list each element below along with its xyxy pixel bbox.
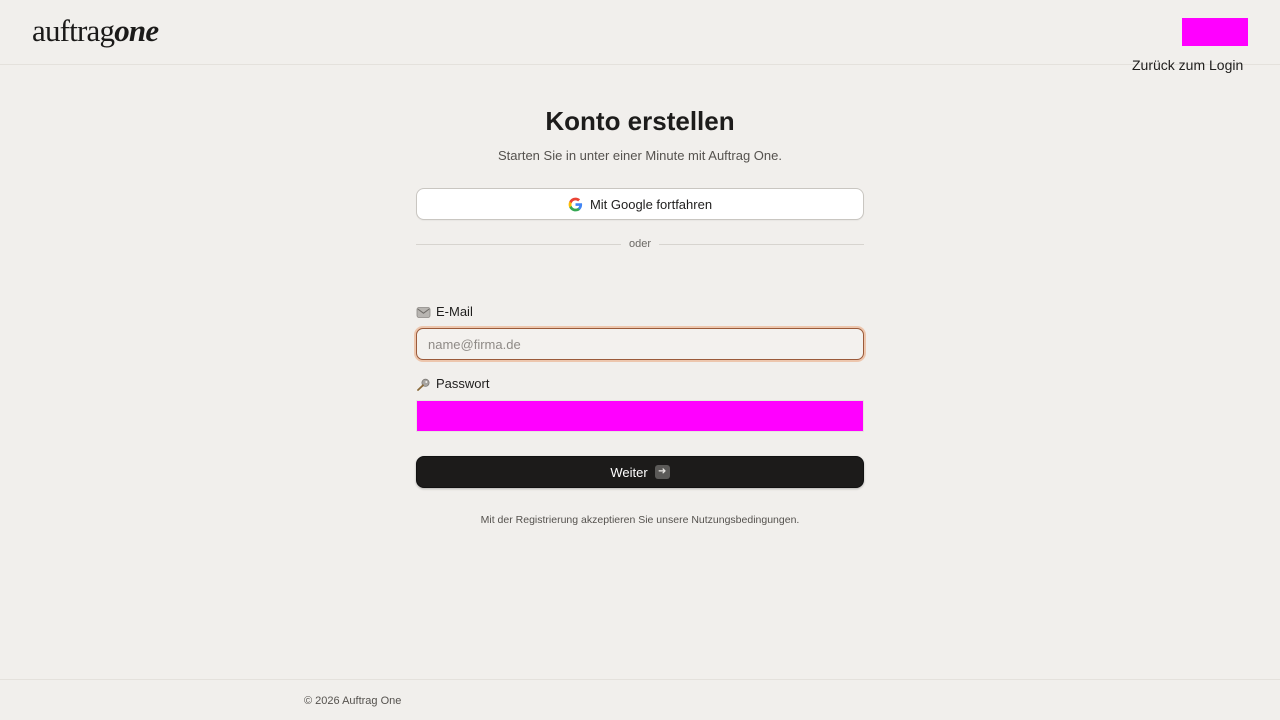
page-subtitle: Starten Sie in unter einer Minute mit Au… [498,148,782,163]
divider-line-left [416,243,621,245]
continue-button[interactable]: Weiter ➜ [416,456,864,488]
page-title: Konto erstellen [545,106,735,136]
arrow-right-icon: ➜ [654,465,670,479]
redacted-header-area [1182,18,1248,46]
copyright-text: © 2026 Auftrag One [304,695,402,707]
envelope-icon [416,306,431,318]
terms-notice: Mit der Registrierung akzeptieren Sie un… [480,514,800,526]
or-divider: oder [416,236,864,252]
email-field[interactable] [416,328,864,360]
brand-logo[interactable]: auftragone [32,12,159,50]
continue-button-label: Weiter [610,464,648,480]
divider-text: oder [628,238,652,250]
logo-light-text: auftrag [32,13,115,48]
top-bar: auftragone [0,0,1280,65]
back-to-login-link[interactable]: Zurück zum Login [1132,57,1243,73]
google-icon [568,197,583,211]
password-label-text: Passwort [436,376,490,391]
key-icon [417,378,430,391]
divider-line-right [659,243,864,245]
google-button-label: Mit Google fortfahren [589,196,713,212]
email-label: E-Mail [416,304,473,320]
logo-bold-text: one [114,13,159,48]
email-label-text: E-Mail [436,304,473,319]
password-field[interactable] [416,400,864,432]
google-signin-button[interactable]: Mit Google fortfahren [416,188,864,220]
footer: © 2026 Auftrag One [0,679,1280,720]
password-label: Passwort [416,376,489,392]
